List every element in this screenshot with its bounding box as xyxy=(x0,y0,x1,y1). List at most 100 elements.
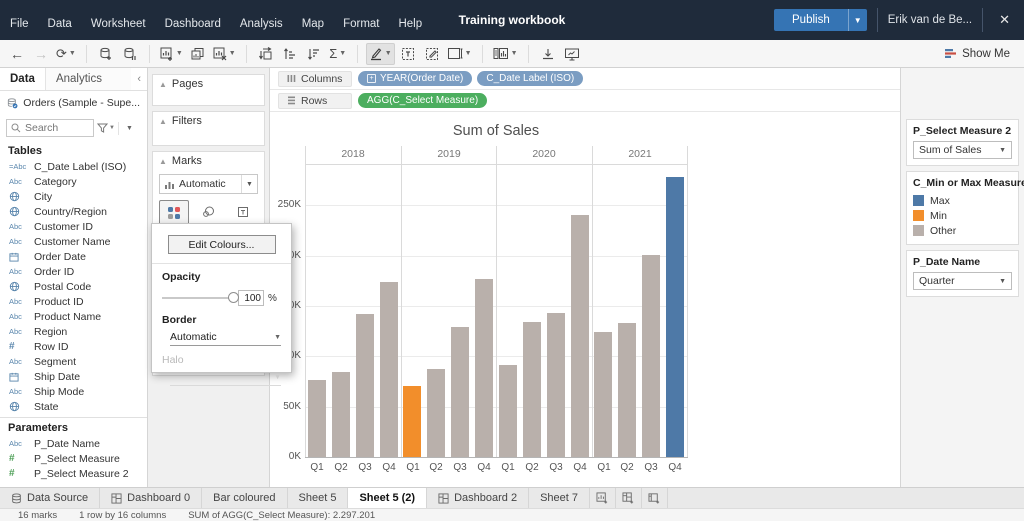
publish-button[interactable]: Publish ▼ xyxy=(774,9,867,31)
new-datasource-icon[interactable] xyxy=(95,43,117,65)
field-city[interactable]: City xyxy=(0,189,147,204)
publish-dropdown-caret-icon[interactable]: ▼ xyxy=(848,9,867,31)
duplicate-sheet-icon[interactable] xyxy=(187,43,209,65)
new-worksheet-button[interactable]: ▼ xyxy=(158,43,185,65)
pill-year-order-date[interactable]: + YEAR(Order Date) xyxy=(358,71,472,86)
expand-icon[interactable]: + xyxy=(367,74,376,83)
opacity-value-input[interactable] xyxy=(238,290,264,306)
bar-2019-Q1[interactable] xyxy=(403,386,421,457)
opacity-slider[interactable] xyxy=(162,297,234,299)
new-story-tab-button[interactable] xyxy=(642,488,668,508)
menu-data[interactable]: Data xyxy=(48,18,72,30)
new-dashboard-tab-button[interactable] xyxy=(616,488,642,508)
bar-2021-Q2[interactable] xyxy=(618,323,636,457)
edit-colours-button[interactable]: Edit Colours... xyxy=(168,235,276,254)
sheet-tab-dashboard-0[interactable]: Dashboard 0 xyxy=(100,488,202,508)
rows-shelf[interactable]: Rows AGG(C_Select Measure) xyxy=(270,90,900,112)
close-icon[interactable]: ✕ xyxy=(993,12,1016,28)
bar-2018-Q3[interactable] xyxy=(356,314,374,457)
sheet-tab-sheet-5[interactable]: Sheet 5 xyxy=(288,488,349,508)
collapse-chevron-icon[interactable]: ▲ xyxy=(159,117,167,126)
datasource-item[interactable]: Orders (Sample - Supe... xyxy=(0,91,147,115)
field-ship-date[interactable]: Ship Date xyxy=(0,369,147,384)
show-me-button[interactable]: Show Me xyxy=(944,47,1018,60)
field-order-date[interactable]: Order Date xyxy=(0,249,147,264)
menu-analysis[interactable]: Analysis xyxy=(240,18,283,30)
menu-format[interactable]: Format xyxy=(343,18,379,30)
totals-button[interactable]: Σ▼ xyxy=(327,43,349,65)
presentation-mode-icon[interactable] xyxy=(561,43,583,65)
menu-help[interactable]: Help xyxy=(398,18,422,30)
sheet-tab-bar-coloured[interactable]: Bar coloured xyxy=(202,488,287,508)
sheet-tab-sheet-5-2-[interactable]: Sheet 5 (2) xyxy=(348,488,427,508)
param2-select[interactable]: Sum of Sales ▼ xyxy=(913,141,1012,159)
show-mark-labels-icon[interactable] xyxy=(397,43,419,65)
legend-item-min[interactable]: Min xyxy=(913,208,1012,223)
date-param-select[interactable]: Quarter ▼ xyxy=(913,272,1012,290)
bar-2021-Q4[interactable] xyxy=(666,177,684,457)
redo-button[interactable]: → xyxy=(30,43,52,65)
data-pane-menu-icon[interactable]: ▼ xyxy=(118,122,137,135)
clear-sheet-button[interactable]: ▼ xyxy=(211,43,238,65)
publish-label[interactable]: Publish xyxy=(774,9,848,31)
field-order-id[interactable]: AbcOrder ID xyxy=(0,264,147,279)
field-customer-id[interactable]: AbcCustomer ID xyxy=(0,219,147,234)
menu-map[interactable]: Map xyxy=(302,18,324,30)
show-hide-cards-button[interactable]: ▼ xyxy=(491,43,520,65)
swap-rows-columns-icon[interactable] xyxy=(255,43,277,65)
pages-card[interactable]: ▲Pages xyxy=(152,74,265,106)
filters-card[interactable]: ▲Filters xyxy=(152,111,265,146)
bar-2021-Q1[interactable] xyxy=(594,332,612,457)
pill-c-date-label[interactable]: C_Date Label (ISO) xyxy=(477,71,583,86)
parameter-p-select-measure-2[interactable]: #P_Select Measure 2 xyxy=(0,466,147,481)
fit-selector[interactable]: ▼ xyxy=(445,43,474,65)
menu-worksheet[interactable]: Worksheet xyxy=(91,18,146,30)
menu-file[interactable]: File xyxy=(10,18,29,30)
bar-2019-Q2[interactable] xyxy=(427,369,445,457)
bar-2020-Q4[interactable] xyxy=(571,215,589,457)
field-product-name[interactable]: AbcProduct Name xyxy=(0,309,147,324)
bar-2018-Q1[interactable] xyxy=(308,380,326,457)
field-c-date-label-iso-[interactable]: =AbcC_Date Label (ISO) xyxy=(0,159,147,174)
tab-data[interactable]: Data xyxy=(0,68,45,90)
field-customer-name[interactable]: AbcCustomer Name xyxy=(0,234,147,249)
sheet-tab-dashboard-2[interactable]: Dashboard 2 xyxy=(427,488,529,508)
bar-2018-Q2[interactable] xyxy=(332,372,350,457)
bar-2020-Q3[interactable] xyxy=(547,313,565,457)
parameter-p-date-name[interactable]: AbcP_Date Name xyxy=(0,436,147,451)
field-ship-mode[interactable]: AbcShip Mode xyxy=(0,384,147,399)
field-country-region[interactable]: Country/Region xyxy=(0,204,147,219)
field-region[interactable]: AbcRegion xyxy=(0,324,147,339)
bar-2020-Q2[interactable] xyxy=(523,322,541,457)
pause-updates-icon[interactable] xyxy=(119,43,141,65)
opacity-slider-handle[interactable] xyxy=(228,292,239,303)
bar-2019-Q3[interactable] xyxy=(451,327,469,457)
menu-dashboard[interactable]: Dashboard xyxy=(165,18,221,30)
columns-shelf[interactable]: Columns + YEAR(Order Date) C_Date Label … xyxy=(270,68,900,90)
bar-2018-Q4[interactable] xyxy=(380,282,398,457)
replay-button[interactable]: ⟳▼ xyxy=(54,43,78,65)
search-input[interactable] xyxy=(25,122,83,134)
user-name[interactable]: Erik van de Be... xyxy=(888,14,972,26)
field-row-id[interactable]: #Row ID xyxy=(0,339,147,354)
sort-ascending-icon[interactable] xyxy=(279,43,301,65)
legend-item-other[interactable]: Other xyxy=(913,223,1012,238)
collapse-pane-icon[interactable]: ‹ xyxy=(131,73,147,85)
field-segment[interactable]: AbcSegment xyxy=(0,354,147,369)
sheet-tab-data-source[interactable]: Data Source xyxy=(0,488,100,508)
bar-2019-Q4[interactable] xyxy=(475,279,493,457)
tab-analytics[interactable]: Analytics xyxy=(45,68,131,90)
dropdown-caret-icon[interactable]: ▼ xyxy=(241,175,257,193)
field-product-id[interactable]: AbcProduct ID xyxy=(0,294,147,309)
sheet-tab-sheet-7[interactable]: Sheet 7 xyxy=(529,488,590,508)
sort-descending-icon[interactable] xyxy=(303,43,325,65)
border-dropdown[interactable]: Automatic ▼ xyxy=(170,329,281,346)
field-state[interactable]: State xyxy=(0,399,147,414)
field-category[interactable]: AbcCategory xyxy=(0,174,147,189)
parameter-p-select-measure[interactable]: #P_Select Measure xyxy=(0,451,147,466)
undo-button[interactable]: ← xyxy=(6,43,28,65)
legend-item-max[interactable]: Max xyxy=(913,193,1012,208)
mark-type-dropdown[interactable]: Automatic ▼ xyxy=(159,174,258,194)
bar-2021-Q3[interactable] xyxy=(642,255,660,457)
collapse-chevron-icon[interactable]: ▲ xyxy=(159,157,167,166)
